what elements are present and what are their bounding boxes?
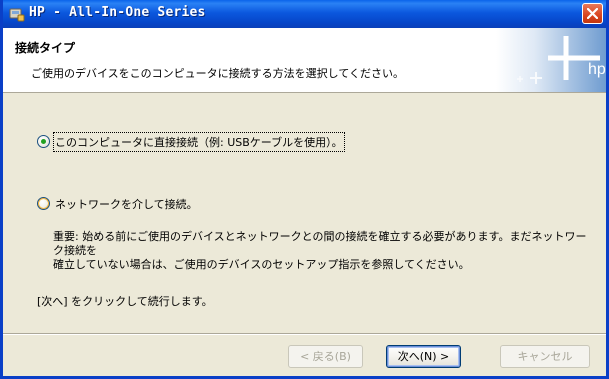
network-connect-label[interactable]: ネットワークを介して接続。 [55, 196, 198, 212]
page-title: 接続タイプ [15, 41, 76, 55]
direct-connect-radio[interactable] [37, 135, 50, 148]
hp-logo: hp [496, 28, 606, 92]
next-button[interactable]: 次へ(N) > [386, 345, 461, 368]
hp-installer-icon [9, 6, 25, 22]
network-note: 重要: 始める前にご使用のデバイスとネットワークとの間の接続を確立する必要があり… [53, 230, 593, 272]
close-button[interactable] [582, 3, 603, 24]
network-note-line1: 重要: 始める前にご使用のデバイスとネットワークとの間の接続を確立する必要があり… [53, 230, 587, 257]
wizard-header: 接続タイプ ご使用のデバイスをこのコンピュータに接続する方法を選択してください。… [3, 28, 606, 93]
footer-divider [3, 333, 606, 335]
direct-connect-label[interactable]: このコンピュータに直接接続（例: USBケーブルを使用）。 [53, 132, 345, 152]
network-connect-radio[interactable] [37, 197, 50, 210]
title-bar[interactable]: HP - All-In-One Series [3, 0, 606, 28]
hp-logo-text: hp [588, 61, 606, 78]
back-button[interactable]: < 戻る(B) [288, 345, 363, 368]
cancel-button[interactable]: キャンセル [500, 345, 590, 368]
instruction-text: [次へ] をクリックして続行します。 [37, 295, 213, 308]
installer-window: HP - All-In-One Series 接続タイプ ご使用のデバイスをこの… [0, 0, 609, 379]
close-icon [587, 8, 598, 19]
page-subtitle: ご使用のデバイスをこのコンピュータに接続する方法を選択してください。 [31, 67, 405, 80]
network-note-line2: 確立していない場合は、ご使用のデバイスのセットアップ指示を参照してください。 [53, 258, 470, 271]
window-title: HP - All-In-One Series [29, 5, 206, 20]
